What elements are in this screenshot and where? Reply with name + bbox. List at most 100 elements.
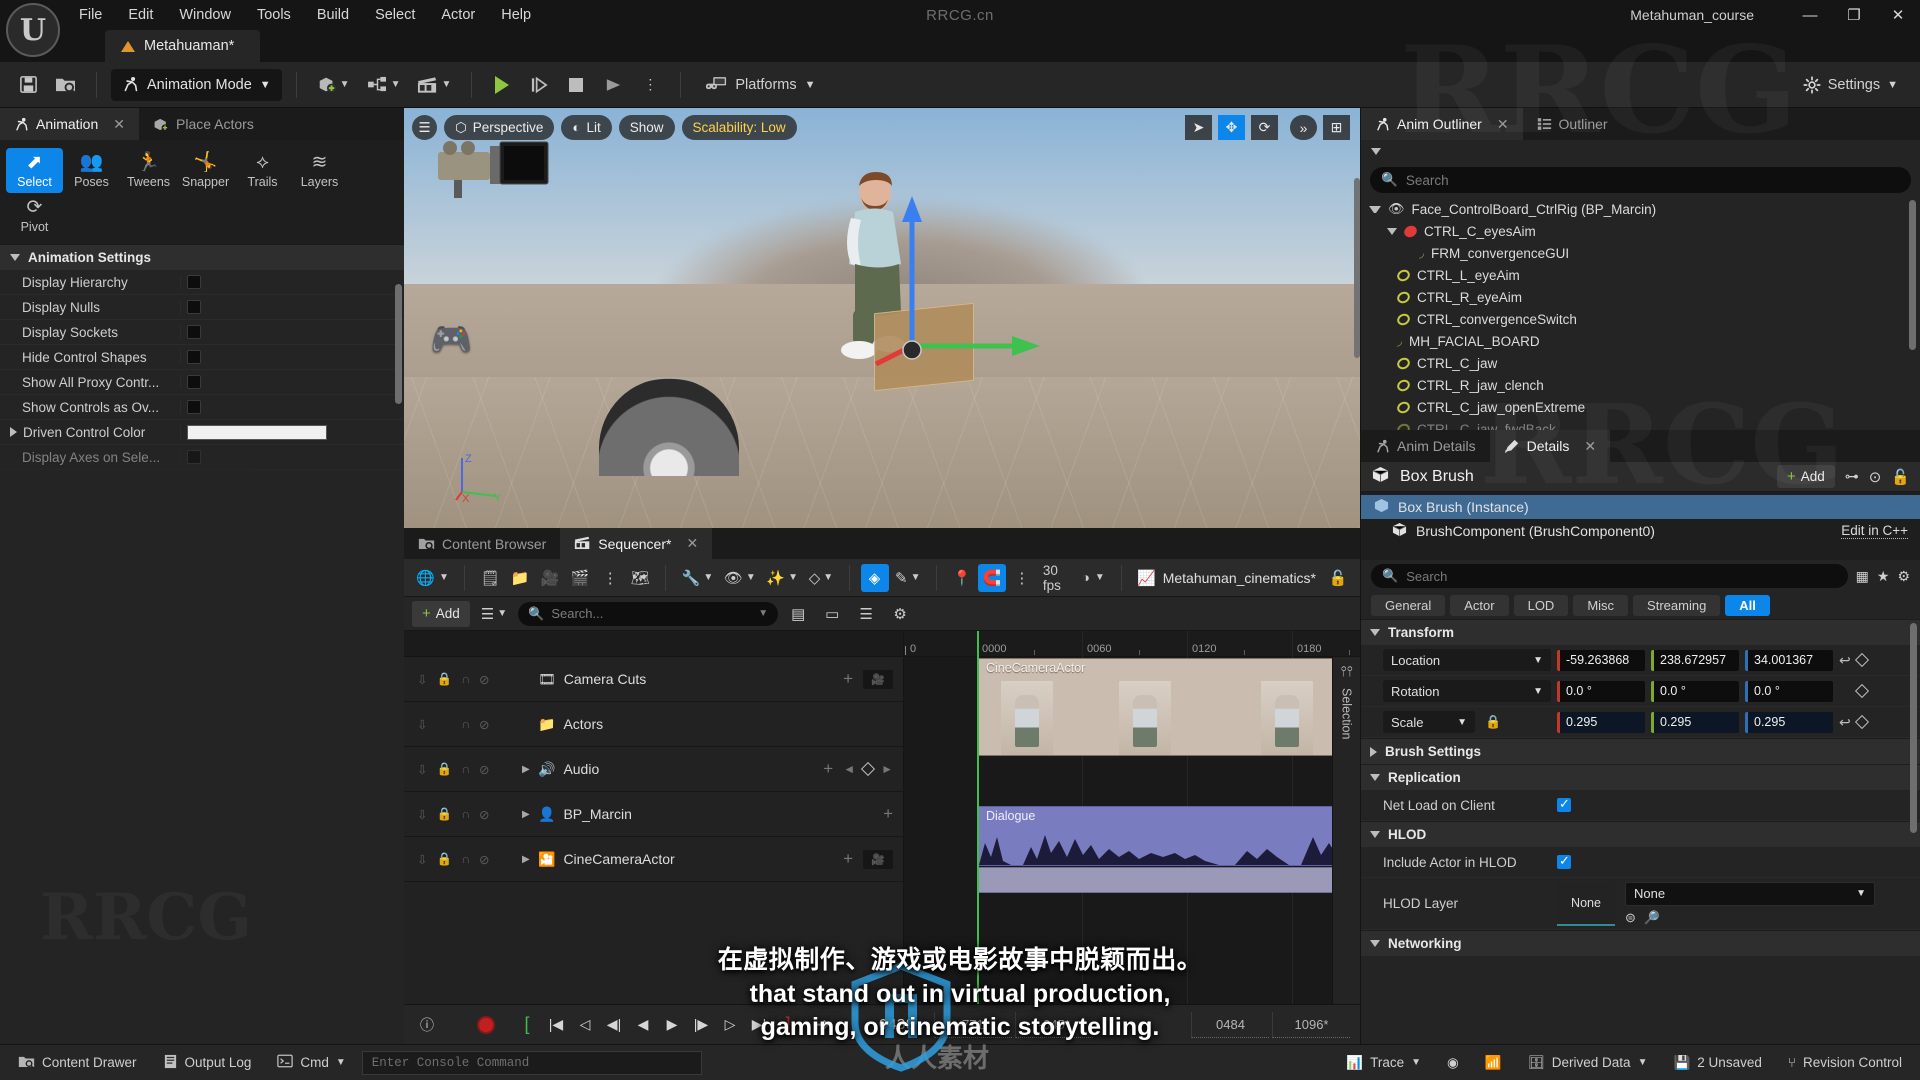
hlod-layer-thumbnail[interactable]: None bbox=[1557, 881, 1615, 926]
category-general[interactable]: General bbox=[1371, 595, 1446, 616]
location-z-field[interactable]: 34.001367 bbox=[1745, 649, 1833, 671]
track-row[interactable]: ⇩ 🔒 ∩ ⊘ 🎞 Camera Cuts + 🎥 bbox=[404, 657, 903, 702]
add-track-button[interactable]: + Add bbox=[412, 600, 470, 627]
outliner-item-ctrl-c-eyesaim[interactable]: CTRL_C_eyesAim bbox=[1361, 220, 1920, 242]
pin-icon[interactable]: ⇩ bbox=[417, 762, 427, 777]
view-rounded-icon[interactable]: ▭ bbox=[818, 600, 846, 628]
menu-build[interactable]: Build bbox=[304, 4, 362, 26]
camera-chip-icon[interactable]: 🎥 bbox=[863, 669, 893, 689]
tab-content-browser[interactable]: Content Browser bbox=[404, 528, 560, 559]
add-key-icon[interactable]: + bbox=[843, 849, 863, 869]
mute-icon[interactable]: ⊘ bbox=[479, 762, 489, 777]
grid-icon[interactable]: ⊞ bbox=[1323, 115, 1350, 140]
snap-more-icon[interactable]: ⋮ bbox=[1008, 564, 1036, 592]
setting-show-controls-as-overlay[interactable]: Show Controls as Ov... bbox=[0, 395, 404, 420]
tool-snapper[interactable]: 🤸 Snapper bbox=[177, 148, 234, 193]
mute-icon[interactable]: ⊘ bbox=[479, 807, 489, 822]
menu-actor[interactable]: Actor bbox=[428, 4, 488, 26]
scale-lock-icon[interactable]: 🔒 bbox=[1485, 714, 1501, 730]
studio-camera-object[interactable] bbox=[434, 136, 564, 206]
revision-control-button[interactable]: ⑂ Revision Control bbox=[1778, 1050, 1912, 1076]
world-icon[interactable]: 🌐 ▼ bbox=[412, 564, 453, 592]
checkbox[interactable] bbox=[1557, 796, 1571, 812]
add-key-icon[interactable]: + bbox=[883, 804, 903, 824]
property-location[interactable]: Location ▼ -59.263868 238.672957 34.0013… bbox=[1361, 645, 1920, 676]
menu-file[interactable]: File bbox=[66, 4, 115, 26]
tool-poses[interactable]: 👥 Poses bbox=[63, 148, 120, 193]
track-row[interactable]: ⇩ 🔒 ∩ ⊘ ▶ 🔊 Audio + ◄ ► bbox=[404, 747, 903, 792]
render-movie-icon[interactable]: 🎬 bbox=[566, 564, 594, 592]
scale-y-field[interactable]: 0.295 bbox=[1651, 711, 1739, 733]
solo-icon[interactable]: ∩ bbox=[461, 762, 470, 776]
setting-value[interactable] bbox=[180, 350, 404, 364]
property-value[interactable]: 0.0 ° 0.0 ° 0.0 ° ↩ bbox=[1551, 680, 1920, 702]
tab-sequencer[interactable]: Sequencer* ✕ bbox=[560, 528, 713, 559]
prev-key-icon[interactable]: ◁ bbox=[572, 1012, 598, 1038]
category-misc[interactable]: Misc bbox=[1573, 595, 1629, 616]
checkbox[interactable] bbox=[1557, 853, 1571, 869]
range-start-icon[interactable]: [ bbox=[514, 1012, 540, 1038]
playback-end-field[interactable]: 0484 bbox=[1191, 1011, 1269, 1038]
dialogue-clip-footer[interactable] bbox=[978, 867, 1360, 893]
current-frame-display[interactable]: 0438 bbox=[879, 1016, 915, 1033]
cmd-button[interactable]: Cmd ▼ bbox=[267, 1050, 355, 1076]
viewport-more-icon[interactable]: » bbox=[1290, 115, 1317, 140]
pin-icon[interactable]: ⇩ bbox=[417, 852, 427, 867]
minimize-icon[interactable]: — bbox=[1788, 0, 1832, 30]
level-viewport[interactable]: 🎮 Z Y X ☰ ⬡ Perspective ◐ Lit Show Scala… bbox=[404, 108, 1360, 528]
category-lod[interactable]: LOD bbox=[1513, 595, 1569, 616]
left-panel-scrollbar[interactable] bbox=[395, 284, 402, 404]
blueprint-graph-icon[interactable]: ⊶ bbox=[1845, 468, 1859, 485]
mute-icon[interactable]: ⊘ bbox=[479, 717, 489, 732]
outliner-item-ctrl-convergenceswitch[interactable]: CTRL_convergenceSwitch bbox=[1361, 308, 1920, 330]
property-value[interactable] bbox=[1551, 796, 1920, 812]
actions-icon[interactable]: 🗺 bbox=[626, 564, 654, 592]
tool-tweens[interactable]: 🏃 Tweens bbox=[120, 148, 177, 193]
play-options-button[interactable] bbox=[523, 69, 555, 101]
step-forward-icon[interactable]: |▶ bbox=[688, 1012, 714, 1038]
property-value[interactable]: 0.295 0.295 0.295 ↩ bbox=[1551, 711, 1920, 733]
property-value[interactable] bbox=[1551, 853, 1920, 869]
outliner-item-ctrl-l-eyeaim[interactable]: CTRL_L_eyeAim bbox=[1361, 264, 1920, 286]
tab-outliner[interactable]: Outliner bbox=[1523, 108, 1622, 140]
info-icon[interactable]: ⓘ bbox=[414, 1012, 440, 1038]
chevron-right-icon[interactable] bbox=[10, 427, 17, 437]
output-log-button[interactable]: Output Log bbox=[153, 1050, 262, 1076]
keyframe-icon[interactable] bbox=[1854, 683, 1869, 699]
key-interpolation-icon[interactable]: ◇ ▼ bbox=[804, 564, 837, 592]
tab-anim-details[interactable]: Anim Details bbox=[1361, 430, 1490, 462]
rotate-gizmo-icon[interactable]: ⟳ bbox=[1251, 115, 1278, 140]
section-transform[interactable]: Transform bbox=[1361, 619, 1920, 645]
camera-cuts-clip[interactable]: CineCameraActor bbox=[978, 658, 1360, 756]
outliner-item-mh-facial-board[interactable]: ◞ MH_FACIAL_BOARD bbox=[1361, 330, 1920, 352]
menu-help[interactable]: Help bbox=[488, 4, 544, 26]
setting-driven-control-color[interactable]: Driven Control Color bbox=[0, 420, 404, 445]
create-camera-icon[interactable]: 🗒 bbox=[476, 564, 504, 592]
revert-icon[interactable]: ↩ bbox=[1839, 714, 1851, 731]
play-reverse-icon[interactable]: ◀ bbox=[630, 1012, 656, 1038]
checkbox[interactable] bbox=[187, 400, 201, 414]
add-keyframe-icon[interactable] bbox=[861, 761, 876, 777]
viewport-perspective-button[interactable]: ⬡ Perspective bbox=[444, 115, 555, 140]
add-key-icon[interactable]: + bbox=[843, 669, 863, 689]
dialogue-audio-clip[interactable]: Dialogue bbox=[978, 806, 1360, 866]
snap-magnet-icon[interactable]: 🧲 bbox=[977, 563, 1006, 592]
tool-trails[interactable]: ⟡ Trails bbox=[234, 148, 291, 193]
property-net-load-on-client[interactable]: Net Load on Client bbox=[1361, 790, 1920, 821]
scale-x-field[interactable]: 0.295 bbox=[1557, 711, 1645, 733]
rotation-mode-combo[interactable]: Rotation ▼ bbox=[1383, 680, 1551, 702]
stop-button[interactable] bbox=[560, 69, 592, 101]
checkbox[interactable] bbox=[187, 275, 201, 289]
location-y-field[interactable]: 238.672957 bbox=[1651, 649, 1739, 671]
chevron-down-icon[interactable] bbox=[1371, 147, 1381, 155]
property-include-actor-in-hlod[interactable]: Include Actor in HLOD bbox=[1361, 847, 1920, 878]
sequencer-search-input[interactable]: 🔍 Search... ▼ bbox=[518, 601, 779, 626]
mute-icon[interactable]: ⊘ bbox=[479, 852, 489, 867]
setting-value[interactable] bbox=[180, 375, 404, 389]
lock-icon[interactable]: 🔒 bbox=[436, 672, 452, 687]
outliner-item-face-controlboard[interactable]: 👁 Face_ControlBoard_CtrlRig (BP_Marcin) bbox=[1361, 198, 1920, 220]
next-key-icon[interactable]: ▷ bbox=[717, 1012, 743, 1038]
setting-display-sockets[interactable]: Display Sockets bbox=[0, 320, 404, 345]
lock-icon[interactable]: 🔒 bbox=[436, 852, 452, 867]
next-key-icon[interactable]: ► bbox=[881, 762, 893, 776]
